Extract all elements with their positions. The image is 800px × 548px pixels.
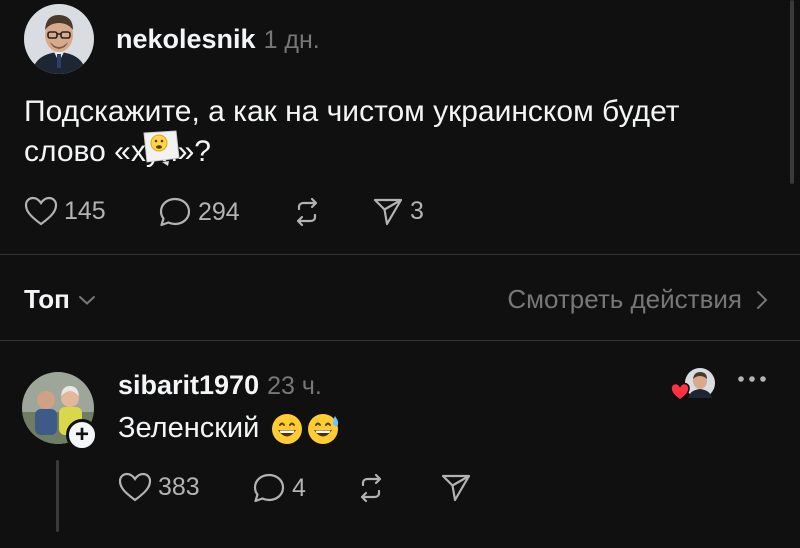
sort-dropdown[interactable]: Топ bbox=[24, 284, 96, 315]
more-options-button[interactable] bbox=[736, 372, 768, 391]
comment-like-count: 383 bbox=[158, 472, 200, 501]
post-text-line2: слово «хуй»? bbox=[24, 130, 744, 172]
comment-reply-button[interactable]: 4 bbox=[252, 472, 306, 504]
share-button[interactable]: 3 bbox=[372, 196, 424, 226]
comment-repost-button[interactable] bbox=[354, 472, 388, 504]
comment-text: Зеленский bbox=[118, 412, 260, 444]
comment-like-button[interactable]: 383 bbox=[118, 472, 200, 502]
author-liked-indicator bbox=[670, 366, 716, 406]
comment-timestamp: 23 ч. bbox=[267, 372, 322, 400]
ellipsis-icon bbox=[738, 376, 766, 382]
post-author-avatar[interactable] bbox=[24, 4, 94, 74]
view-activity-link[interactable]: Смотреть действия bbox=[507, 284, 768, 315]
like-count: 145 bbox=[64, 196, 106, 225]
speech-bubble-icon bbox=[159, 197, 191, 227]
sort-label: Топ bbox=[24, 284, 70, 314]
censor-sticker-icon bbox=[143, 130, 180, 166]
comment-text-row: Зеленский bbox=[118, 412, 341, 445]
post-timestamp: 1 дн. bbox=[263, 26, 320, 54]
send-icon bbox=[441, 474, 471, 502]
repost-button[interactable] bbox=[290, 196, 324, 228]
grinning-sweat-face-icon bbox=[308, 413, 339, 444]
chevron-down-icon bbox=[78, 295, 95, 305]
view-activity-label: Смотреть действия bbox=[507, 284, 742, 314]
comment-header: sibarit1970 23 ч. bbox=[118, 370, 322, 401]
divider bbox=[0, 254, 800, 255]
thread-line bbox=[56, 460, 59, 532]
send-icon bbox=[373, 198, 403, 226]
post-header: nekolesnik 1 дн. bbox=[116, 24, 320, 55]
post-text-line1: Подскажите, а как на чистом украинском б… bbox=[24, 95, 680, 128]
speech-bubble-icon bbox=[253, 473, 285, 503]
post-text-after: »? bbox=[177, 135, 211, 168]
comment-username[interactable]: sibarit1970 bbox=[118, 370, 259, 401]
divider bbox=[0, 340, 800, 341]
comment-button[interactable]: 294 bbox=[158, 196, 240, 228]
share-count: 3 bbox=[410, 196, 424, 225]
repost-icon bbox=[360, 473, 382, 503]
comment-reply-count: 4 bbox=[292, 473, 306, 502]
repost-icon bbox=[296, 197, 318, 227]
comment-count: 294 bbox=[198, 197, 240, 226]
like-button[interactable]: 145 bbox=[24, 196, 106, 226]
scrollbar[interactable] bbox=[790, 0, 794, 184]
post-text-before: слово «х bbox=[24, 135, 146, 168]
post-username[interactable]: nekolesnik bbox=[116, 24, 256, 55]
heart-icon bbox=[24, 196, 58, 226]
post-text: Подскажите, а как на чистом украинском б… bbox=[24, 92, 744, 172]
comment-share-button[interactable] bbox=[440, 472, 472, 502]
heart-icon bbox=[118, 472, 152, 502]
follow-plus-button[interactable]: + bbox=[66, 419, 98, 451]
chevron-right-icon bbox=[757, 290, 768, 309]
grinning-face-icon bbox=[272, 413, 303, 444]
